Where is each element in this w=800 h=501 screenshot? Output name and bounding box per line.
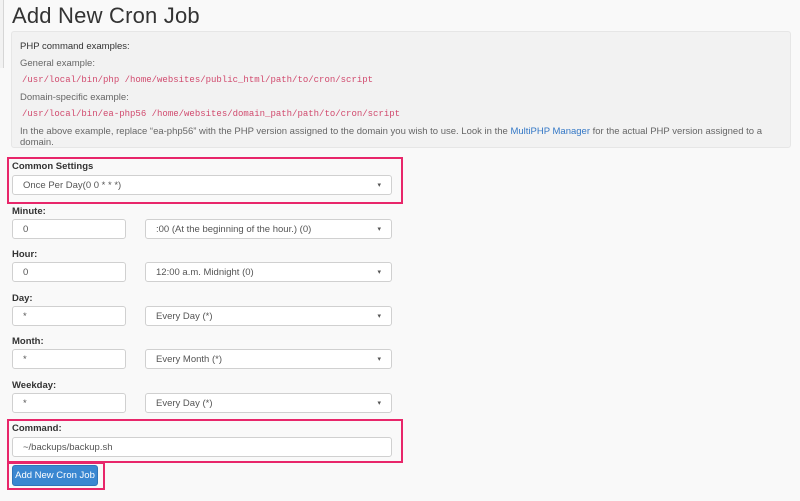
weekday-select-value: Every Day (*) [156,397,213,409]
minute-value: 0 [23,223,29,235]
common-settings-value: Once Per Day(0 0 * * *) [23,179,122,191]
day-input[interactable]: * [12,306,126,326]
minute-select[interactable]: :00 (At the beginning of the hour.) (0) … [145,219,392,239]
weekday-input[interactable]: * [12,393,126,413]
hour-label: Hour: [12,249,38,260]
php-examples-panel: PHP command examples: General example: /… [11,31,791,148]
month-input[interactable]: * [12,349,126,369]
weekday-value: * [23,397,27,409]
chevron-down-icon: ▾ [377,356,381,363]
command-label: Command: [12,423,62,434]
command-value: ~/backups/backup.sh [23,441,113,453]
examples-note: In the above example, replace “ea-php56”… [20,126,782,148]
examples-heading: PHP command examples: [20,41,130,52]
minute-input[interactable]: 0 [12,219,126,239]
command-input[interactable]: ~/backups/backup.sh [12,437,392,457]
weekday-label: Weekday: [12,380,57,391]
general-example-command: /usr/local/bin/php /home/websites/public… [22,75,374,85]
chevron-down-icon: ▾ [377,400,381,407]
hour-input[interactable]: 0 [12,262,126,282]
hour-select-value: 12:00 a.m. Midnight (0) [156,266,254,278]
add-cron-job-button[interactable]: Add New Cron Job [12,465,98,486]
chevron-down-icon: ▾ [377,226,381,233]
hour-value: 0 [23,266,29,278]
minute-select-value: :00 (At the beginning of the hour.) (0) [156,223,312,235]
general-example-label: General example: [20,58,95,69]
day-label: Day: [12,293,33,304]
weekday-select[interactable]: Every Day (*) ▾ [145,393,392,413]
minute-label: Minute: [12,206,46,217]
note-text: In the above example, replace “ea-php56”… [20,126,511,137]
domain-example-label: Domain-specific example: [20,92,129,103]
hour-select[interactable]: 12:00 a.m. Midnight (0) ▾ [145,262,392,282]
chevron-down-icon: ▾ [377,182,381,189]
month-select-value: Every Month (*) [156,353,222,365]
common-settings-label: Common Settings [12,161,94,172]
day-select-value: Every Day (*) [156,310,213,322]
multiphp-manager-link[interactable]: MultiPHP Manager [510,126,590,137]
domain-example-command: /usr/local/bin/ea-php56 /home/websites/d… [22,109,401,119]
month-value: * [23,353,27,365]
day-value: * [23,310,27,322]
month-label: Month: [12,336,44,347]
chevron-down-icon: ▾ [377,269,381,276]
page-title: Add New Cron Job [12,3,200,28]
common-settings-select[interactable]: Once Per Day(0 0 * * *) ▾ [12,175,392,195]
chevron-down-icon: ▾ [377,313,381,320]
left-panel-edge [0,0,4,68]
day-select[interactable]: Every Day (*) ▾ [145,306,392,326]
month-select[interactable]: Every Month (*) ▾ [145,349,392,369]
